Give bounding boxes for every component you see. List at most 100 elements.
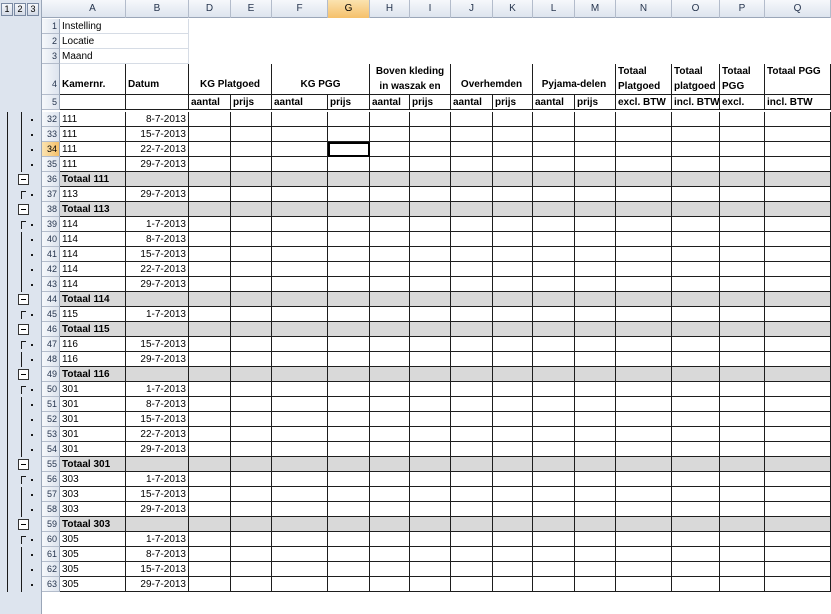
data-cell[interactable]	[272, 322, 328, 337]
data-cell[interactable]	[533, 457, 575, 472]
data-cell[interactable]	[533, 532, 575, 547]
data-cell[interactable]	[575, 562, 616, 577]
data-cell[interactable]	[189, 427, 231, 442]
data-cell[interactable]	[765, 487, 831, 502]
data-cell[interactable]	[272, 337, 328, 352]
date-cell[interactable]: 1-7-2013	[126, 532, 189, 547]
row-header-40[interactable]: 40	[42, 232, 60, 247]
data-cell[interactable]	[575, 547, 616, 562]
row-header-37[interactable]: 37	[42, 187, 60, 202]
data-cell[interactable]	[410, 442, 451, 457]
data-cell[interactable]	[451, 457, 493, 472]
data-cell[interactable]	[328, 412, 370, 427]
data-cell[interactable]	[493, 172, 533, 187]
column-header-m[interactable]: M	[575, 0, 616, 18]
data-cell[interactable]	[231, 142, 272, 157]
column-header-n[interactable]: N	[616, 0, 672, 18]
data-cell[interactable]	[533, 472, 575, 487]
data-cell[interactable]	[672, 352, 720, 367]
data-cell[interactable]	[672, 202, 720, 217]
data-cell[interactable]	[451, 217, 493, 232]
data-cell[interactable]	[410, 307, 451, 322]
date-cell[interactable]	[126, 172, 189, 187]
data-cell[interactable]	[410, 142, 451, 157]
datum-header[interactable]: Datum	[126, 64, 189, 95]
data-cell[interactable]	[720, 142, 765, 157]
data-cell[interactable]	[616, 442, 672, 457]
data-cell[interactable]	[231, 262, 272, 277]
column-header-h[interactable]: H	[370, 0, 410, 18]
data-cell[interactable]	[328, 502, 370, 517]
column-header-e[interactable]: E	[231, 0, 272, 18]
data-cell[interactable]	[672, 217, 720, 232]
data-cell[interactable]	[720, 277, 765, 292]
data-cell[interactable]	[616, 262, 672, 277]
date-cell[interactable]: 22-7-2013	[126, 427, 189, 442]
row-header-59[interactable]: 59	[42, 517, 60, 532]
data-cell[interactable]	[189, 307, 231, 322]
total-row-label[interactable]: Totaal 303	[60, 517, 126, 532]
subheader-e[interactable]: prijs	[231, 95, 272, 110]
data-cell[interactable]	[410, 517, 451, 532]
column-header-q[interactable]: Q	[765, 0, 831, 18]
data-cell[interactable]	[370, 247, 410, 262]
row-header-58[interactable]: 58	[42, 502, 60, 517]
data-cell[interactable]	[575, 502, 616, 517]
data-cell[interactable]	[410, 157, 451, 172]
data-cell[interactable]	[616, 142, 672, 157]
date-cell[interactable]: 15-7-2013	[126, 487, 189, 502]
subheader-l[interactable]: aantal	[533, 95, 575, 110]
data-cell[interactable]	[328, 232, 370, 247]
data-cell[interactable]	[493, 277, 533, 292]
data-cell[interactable]	[720, 217, 765, 232]
data-cell[interactable]	[410, 217, 451, 232]
data-cell[interactable]	[533, 217, 575, 232]
data-cell[interactable]	[575, 142, 616, 157]
date-cell[interactable]: 8-7-2013	[126, 547, 189, 562]
data-cell[interactable]	[720, 547, 765, 562]
data-cell[interactable]	[451, 172, 493, 187]
room-number-cell[interactable]: 116	[60, 337, 126, 352]
data-cell[interactable]	[575, 307, 616, 322]
data-cell[interactable]	[765, 322, 831, 337]
data-cell[interactable]	[410, 457, 451, 472]
data-cell[interactable]	[533, 172, 575, 187]
data-cell[interactable]	[272, 427, 328, 442]
row-header-5[interactable]: 5	[42, 95, 60, 110]
data-cell[interactable]	[616, 367, 672, 382]
data-cell[interactable]	[493, 367, 533, 382]
data-cell[interactable]	[328, 562, 370, 577]
data-cell[interactable]	[616, 562, 672, 577]
data-cell[interactable]	[410, 247, 451, 262]
data-cell[interactable]	[410, 487, 451, 502]
data-cell[interactable]	[493, 202, 533, 217]
data-cell[interactable]	[765, 457, 831, 472]
data-cell[interactable]	[493, 322, 533, 337]
data-cell[interactable]	[575, 292, 616, 307]
data-cell[interactable]	[720, 262, 765, 277]
data-cell[interactable]	[765, 412, 831, 427]
data-cell[interactable]	[231, 412, 272, 427]
data-cell[interactable]	[231, 547, 272, 562]
data-cell[interactable]	[410, 547, 451, 562]
data-cell[interactable]	[720, 187, 765, 202]
data-cell[interactable]	[410, 337, 451, 352]
kg-platgoed-header[interactable]: KG Platgoed	[189, 64, 272, 95]
data-cell[interactable]	[616, 277, 672, 292]
data-cell[interactable]	[370, 112, 410, 127]
data-cell[interactable]	[328, 352, 370, 367]
data-cell[interactable]	[672, 502, 720, 517]
data-cell[interactable]	[189, 547, 231, 562]
data-cell[interactable]	[575, 442, 616, 457]
data-cell[interactable]	[720, 562, 765, 577]
data-cell[interactable]	[370, 277, 410, 292]
data-cell[interactable]	[493, 127, 533, 142]
room-number-cell[interactable]: 111	[60, 142, 126, 157]
data-cell[interactable]	[720, 577, 765, 592]
kamernr-header[interactable]: Kamernr.	[60, 64, 126, 95]
totaal-pgg-excl-header[interactable]: Totaal PGG	[720, 64, 765, 95]
data-cell[interactable]	[272, 577, 328, 592]
data-cell[interactable]	[451, 427, 493, 442]
room-number-cell[interactable]: 111	[60, 127, 126, 142]
row-header-41[interactable]: 41	[42, 247, 60, 262]
